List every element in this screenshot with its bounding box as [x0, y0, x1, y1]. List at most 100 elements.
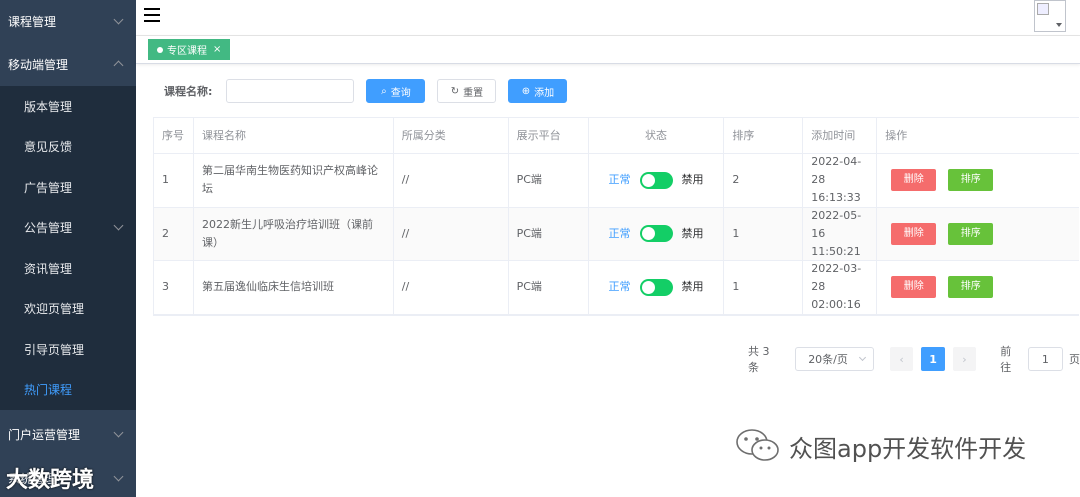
- cell-time: 02:00:16: [811, 298, 861, 312]
- hamburger-icon[interactable]: [144, 8, 160, 22]
- cell-category: //: [394, 261, 509, 314]
- cell-datetime: 2022-03-28 02:00:16: [803, 261, 878, 314]
- cell-index: 3: [154, 261, 194, 314]
- cell-name: 第五届逸仙临床生信培训班: [194, 261, 394, 314]
- sidebar-item-welcome[interactable]: 欢迎页管理: [0, 289, 136, 330]
- sidebar-item-feedback[interactable]: 意见反馈: [0, 127, 136, 168]
- column-header: 课程名称: [194, 118, 394, 153]
- page-size-value: 20条/页: [808, 353, 848, 366]
- close-icon[interactable]: ×: [213, 44, 221, 55]
- column-header: 操作: [885, 128, 908, 142]
- avatar[interactable]: [1034, 0, 1066, 32]
- sidebar-group-portal[interactable]: 门户运营管理: [0, 412, 136, 456]
- broken-image-icon: [1037, 3, 1049, 15]
- sidebar-group-label: 门户运营管理: [8, 427, 81, 442]
- cell-datetime: 2022-04-28 16:13:33: [803, 154, 878, 207]
- search-icon: ⌕: [381, 85, 387, 97]
- watermark-text: 众图app开发软件开发: [789, 434, 1027, 463]
- column-header: 排序: [724, 118, 804, 153]
- table-row: 1 第二届华南生物医药知识产权高峰论坛 // PC端 正常 禁用 2 2022-…: [154, 154, 1079, 208]
- status-off-label: 禁用: [681, 173, 704, 187]
- cell-sort: 2: [724, 154, 804, 207]
- cell-sort: 1: [724, 207, 804, 260]
- query-button[interactable]: ⌕ 查询: [366, 79, 426, 103]
- cell-status: 正常 禁用: [589, 207, 725, 260]
- cell-platform: PC端: [509, 207, 589, 260]
- app-root: 课程管理 移动端管理 版本管理 意见反馈 广告管理 公告管理 资讯管理 欢迎页管…: [0, 0, 1080, 497]
- sidebar-item-label: 公告管理: [24, 221, 73, 236]
- add-button[interactable]: ⊕ 添加: [508, 79, 568, 103]
- tags-view: 专区课程 ×: [136, 36, 1080, 64]
- goto-label: 前往: [1000, 345, 1012, 374]
- sidebar-item-label: 热门课程: [24, 383, 73, 398]
- cell-time: 16:13:33: [811, 191, 861, 205]
- chevron-down-icon: [113, 14, 124, 24]
- chevron-down-icon: [113, 471, 124, 481]
- prev-page-button[interactable]: ‹: [889, 347, 914, 371]
- cell-actions: 删除 排序: [877, 261, 1079, 314]
- sidebar-item-ads[interactable]: 广告管理: [0, 167, 136, 208]
- sidebar-item-hot-course[interactable]: 热门课程: [0, 370, 136, 411]
- cell-sort: 1: [724, 261, 804, 314]
- sidebar-item-notice[interactable]: 公告管理: [0, 208, 136, 249]
- goto-page-input[interactable]: 1: [1027, 347, 1063, 371]
- reset-button[interactable]: ↻ 重置: [437, 79, 497, 103]
- cell-name: 2022新生儿呼吸治疗培训班（课前课）: [194, 207, 394, 260]
- cell-datetime: 2022-05-16 11:50:21: [803, 207, 878, 260]
- sidebar-item-label: 意见反馈: [24, 140, 73, 155]
- query-button-label: 查询: [390, 87, 411, 99]
- column-header: 添加时间: [803, 118, 878, 153]
- page-size-select[interactable]: 20条/页: [795, 347, 874, 371]
- cell-platform: PC端: [509, 261, 589, 314]
- sidebar-item-news[interactable]: 资讯管理: [0, 248, 136, 289]
- watermark-left: 大数跨境: [6, 468, 95, 493]
- status-toggle[interactable]: [640, 171, 674, 189]
- status-on-label: 正常: [608, 280, 631, 294]
- sidebar-group-course[interactable]: 课程管理: [0, 0, 136, 42]
- tag-active[interactable]: 专区课程 ×: [148, 39, 231, 60]
- sort-button[interactable]: 排序: [948, 222, 994, 245]
- status-toggle[interactable]: [640, 225, 674, 243]
- toggle-knob: [642, 173, 656, 187]
- course-name-input[interactable]: [226, 79, 355, 103]
- page-suffix: 页: [1068, 353, 1080, 366]
- status-toggle[interactable]: [640, 278, 674, 296]
- sort-button[interactable]: 排序: [948, 276, 994, 299]
- sidebar-group-label: 课程管理: [8, 14, 57, 29]
- pagination-total: 共 3 条: [748, 345, 770, 374]
- next-page-button[interactable]: ›: [952, 347, 977, 371]
- cell-category: //: [394, 207, 509, 260]
- sidebar: 课程管理 移动端管理 版本管理 意见反馈 广告管理 公告管理 资讯管理 欢迎页管…: [0, 0, 136, 497]
- column-header: 状态: [589, 118, 725, 153]
- reset-button-label: 重置: [463, 87, 484, 99]
- delete-button[interactable]: 删除: [891, 222, 937, 245]
- page-number-button[interactable]: 1: [921, 347, 945, 371]
- cell-index: 2: [154, 207, 194, 260]
- column-header: 展示平台: [509, 118, 589, 153]
- sidebar-item-label: 欢迎页管理: [24, 302, 85, 317]
- cell-index: 1: [154, 154, 194, 207]
- status-off-label: 禁用: [681, 226, 704, 240]
- watermark-right: 众图app开发软件开发: [735, 428, 1026, 464]
- sidebar-group-label: 移动端管理: [8, 57, 69, 72]
- refresh-icon: ↻: [450, 85, 460, 97]
- sort-button[interactable]: 排序: [948, 169, 994, 192]
- search-form: 课程名称: ⌕ 查询 ↻ 重置 ⊕ 添加: [164, 78, 579, 104]
- cell-actions: 删除 排序: [877, 154, 1079, 207]
- table-header: 序号 课程名称 所属分类 展示平台 状态 排序 添加时间 操作: [154, 118, 1079, 154]
- tag-label: 专区课程: [167, 46, 207, 57]
- sidebar-item-version[interactable]: 版本管理: [0, 86, 136, 127]
- chevron-down-icon: [113, 427, 124, 437]
- column-header: 所属分类: [394, 118, 509, 153]
- sidebar-group-mobile[interactable]: 移动端管理: [0, 42, 136, 86]
- cell-status: 正常 禁用: [589, 261, 725, 314]
- delete-button[interactable]: 删除: [891, 276, 937, 299]
- sidebar-item-guide[interactable]: 引导页管理: [0, 329, 136, 370]
- delete-button[interactable]: 删除: [891, 169, 937, 192]
- cell-time: 11:50:21: [811, 244, 861, 258]
- cell-date: 2022-05-16: [811, 208, 862, 240]
- sidebar-item-label: 引导页管理: [24, 342, 85, 357]
- caret-down-icon: [1056, 23, 1062, 27]
- status-on-label: 正常: [608, 226, 631, 240]
- sidebar-item-label: 资讯管理: [24, 261, 73, 276]
